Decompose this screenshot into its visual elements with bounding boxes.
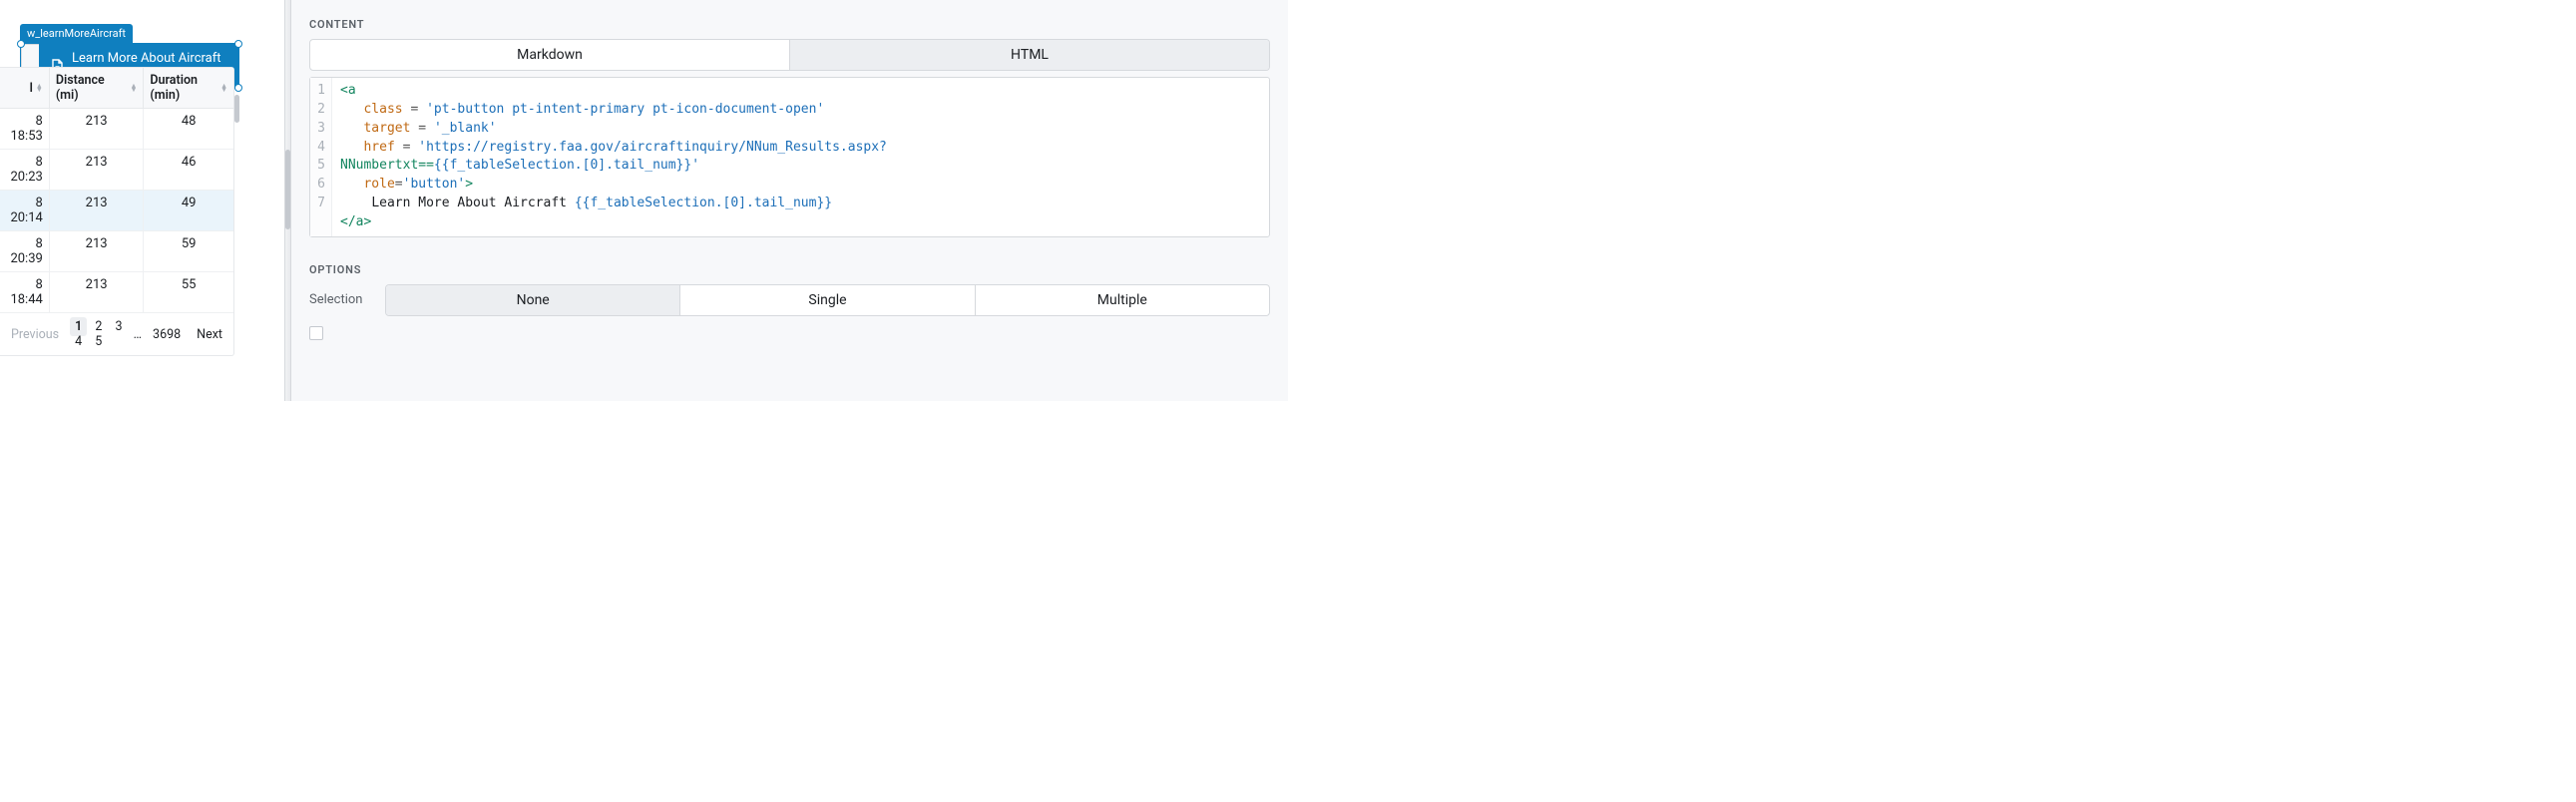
pagination: Previous 1 2 3 4 5 … 3698 Next xyxy=(0,313,233,355)
widget-id-label: w_learnMoreAircraft xyxy=(20,24,133,43)
divider-scrollbar-thumb[interactable] xyxy=(285,150,290,229)
resize-handle-tl[interactable] xyxy=(17,40,25,48)
table-row[interactable]: 8 20:1421349 xyxy=(0,191,233,231)
table-cell: 55 xyxy=(144,272,233,312)
resize-handle-br[interactable] xyxy=(234,84,242,92)
selection-single[interactable]: Single xyxy=(679,285,974,315)
content-type-tabs: Markdown HTML xyxy=(309,39,1270,71)
sort-icon[interactable]: ▲▼ xyxy=(36,84,43,92)
table-cell: 8 20:14 xyxy=(0,191,50,230)
pager-last[interactable]: 3698 xyxy=(148,325,186,344)
canvas-pane: w_learnMoreAircraft Learn More About Air… xyxy=(0,0,279,401)
table-cell: 8 20:39 xyxy=(0,231,50,271)
selection-none[interactable]: None xyxy=(386,285,679,315)
pager-ellipsis: … xyxy=(134,327,142,342)
selection-segmented: None Single Multiple xyxy=(385,284,1270,316)
table-row[interactable]: 8 18:5321348 xyxy=(0,109,233,150)
table-cell: 213 xyxy=(50,109,145,149)
tab-html[interactable]: HTML xyxy=(789,40,1269,70)
col-header-distance[interactable]: Distance (mi)▲▼ xyxy=(50,68,145,108)
table-cell: 49 xyxy=(144,191,233,230)
pane-divider[interactable] xyxy=(284,0,291,401)
table-row[interactable]: 8 20:3921359 xyxy=(0,231,233,272)
resize-handle-tr[interactable] xyxy=(234,40,242,48)
pager-page[interactable]: 3 xyxy=(111,317,128,336)
table-cell: 213 xyxy=(50,191,145,230)
table-cell: 46 xyxy=(144,150,233,190)
properties-panel: CONTENT Markdown HTML 1234567 <a class =… xyxy=(291,0,1288,401)
table-cell: 213 xyxy=(50,272,145,312)
col-header-partial[interactable]: l▲▼ xyxy=(0,68,50,108)
col-header-duration[interactable]: Duration (min)▲▼ xyxy=(144,68,233,108)
table-row[interactable]: 8 20:2321346 xyxy=(0,150,233,191)
table-cell: 8 18:44 xyxy=(0,272,50,312)
table-body: 8 18:53213488 20:23213468 20:14213498 20… xyxy=(0,109,233,313)
table-cell: 59 xyxy=(144,231,233,271)
pager-next[interactable]: Next xyxy=(192,325,227,344)
pager-page[interactable]: 4 xyxy=(70,332,87,351)
line-gutter: 1234567 xyxy=(310,78,332,236)
pager-page[interactable]: 5 xyxy=(90,332,107,351)
code-editor[interactable]: 1234567 <a class = 'pt-button pt-intent-… xyxy=(309,77,1270,237)
table-cell: 213 xyxy=(50,231,145,271)
content-section-label: CONTENT xyxy=(309,18,1270,31)
table-cell: 48 xyxy=(144,109,233,149)
sort-icon[interactable]: ▲▼ xyxy=(130,84,137,92)
options-section: OPTIONS Selection None Single Multiple xyxy=(309,263,1270,340)
table-cell: 8 18:53 xyxy=(0,109,50,149)
table-cell: 213 xyxy=(50,150,145,190)
code-content[interactable]: <a class = 'pt-button pt-intent-primary … xyxy=(332,78,895,236)
scrollbar-thumb[interactable] xyxy=(234,95,239,123)
options-section-label: OPTIONS xyxy=(309,263,1270,276)
pager-prev[interactable]: Previous xyxy=(6,325,64,344)
selection-option-label: Selection xyxy=(309,292,369,307)
option-checkbox[interactable] xyxy=(309,326,323,340)
selection-multiple[interactable]: Multiple xyxy=(975,285,1269,315)
table-row[interactable]: 8 18:4421355 xyxy=(0,272,233,313)
sort-icon[interactable]: ▲▼ xyxy=(220,84,227,92)
tab-markdown[interactable]: Markdown xyxy=(310,40,789,70)
data-table[interactable]: l▲▼ Distance (mi)▲▼ Duration (min)▲▼ 8 1… xyxy=(0,67,234,356)
table-header: l▲▼ Distance (mi)▲▼ Duration (min)▲▼ xyxy=(0,68,233,109)
table-cell: 8 20:23 xyxy=(0,150,50,190)
